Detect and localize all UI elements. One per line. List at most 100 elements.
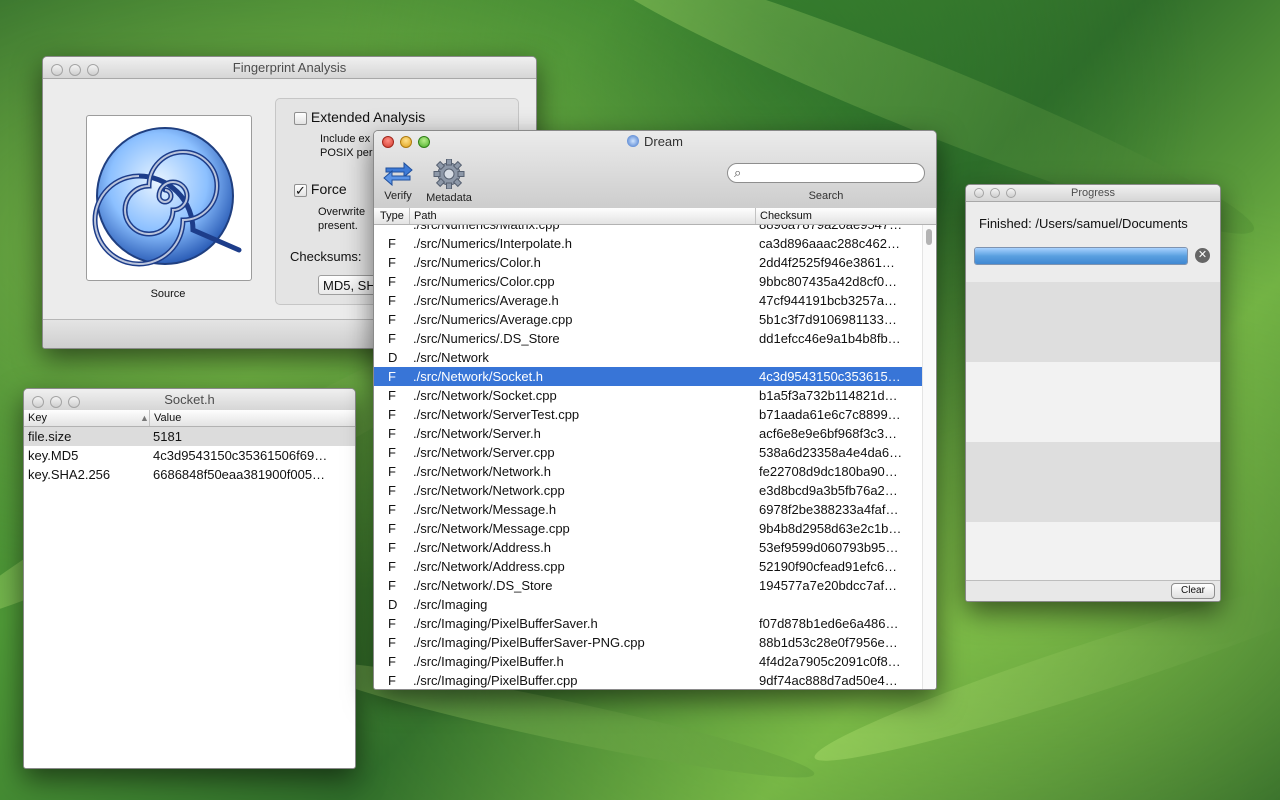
zoom-button[interactable]	[68, 396, 80, 408]
table-row[interactable]: F ./src/Imaging/PixelBuffer.cpp 9df74ac888…	[374, 671, 922, 689]
table-row[interactable]: F ./src/Imaging/PixelBufferSaver.h f07d878…	[374, 614, 922, 633]
path-cell: ./src/Imaging/PixelBuffer.cpp	[413, 673, 578, 688]
type-cell: D	[388, 597, 398, 612]
extended-analysis-checkbox[interactable]	[294, 111, 307, 125]
empty-task-row	[966, 522, 1220, 580]
verify-button[interactable]: Verify	[380, 159, 416, 202]
close-button[interactable]	[32, 396, 44, 408]
minimize-button[interactable]	[69, 64, 81, 76]
description-line: Include ex	[320, 133, 371, 145]
table-row[interactable]: F ./src/Network/Socket.cpp b1a5f3a732b1148…	[374, 386, 922, 405]
table-row[interactable]: F ./src/Network/Address.cpp 52190f90cfead9…	[374, 557, 922, 576]
cancel-icon[interactable]: ✕	[1195, 248, 1210, 263]
table-row[interactable]: F ./src/Numerics/Color.cpp 9bbc807435a42d8…	[374, 272, 922, 291]
type-cell: D	[388, 350, 398, 365]
checksum-cell: 6978f2be388233a4faf…	[759, 502, 899, 517]
path-cell: ./src/Imaging/PixelBufferSaver-PNG.cpp	[413, 635, 645, 650]
search-field[interactable]: ⌕	[727, 163, 925, 183]
path-cell: ./src/Network/Message.h	[413, 502, 557, 517]
minimize-button[interactable]	[990, 188, 1000, 198]
table-row[interactable]: F ./src/Network/Network.cpp e3d8bcd9a3b5fb…	[374, 481, 922, 500]
force-option[interactable]: ✓ Force	[294, 181, 347, 197]
table-row[interactable]: F ./src/Network/Address.h 53ef9599d060793b…	[374, 538, 922, 557]
minimize-button[interactable]	[50, 396, 62, 408]
clear-button[interactable]: Clear	[1171, 583, 1215, 599]
table-row[interactable]: F ./src/Network/Message.cpp 9b4b8d2958d63e…	[374, 519, 922, 538]
table-header: Type Path Checksum	[374, 208, 936, 225]
table-row[interactable]: F ./src/Numerics/Average.h 47cf944191bcb32…	[374, 291, 922, 310]
table-row[interactable]: F ./src/Imaging/PixelBufferSaver-PNG.cpp 8…	[374, 633, 922, 652]
titlebar: Socket.h	[24, 389, 355, 411]
search-input[interactable]	[748, 165, 920, 183]
checksum-cell: 9b4b8d2958d63e2c1b…	[759, 521, 902, 536]
checksum-cell: 52190f90cfead91efc6…	[759, 559, 898, 574]
checksum-cell: ca3d896aaac288c462…	[759, 236, 900, 251]
table-row[interactable]: F ./src/Network/.DS_Store 194577a7e20bdcc7…	[374, 576, 922, 595]
metadata-button[interactable]: Metadata	[424, 158, 474, 204]
table-row[interactable]: F ./src/Imaging/PixelBuffer.h 4f4d2a7905c2…	[374, 652, 922, 671]
type-cell: F	[388, 445, 396, 460]
value-cell: 5181	[153, 429, 182, 444]
path-cell: ./src/Imaging/PixelBuffer.h	[413, 654, 564, 669]
progress-bar-fill	[975, 248, 1187, 264]
table-row[interactable]: F ./src/Network/Socket.h 4c3d9543150c35361…	[374, 367, 922, 386]
table-row[interactable]: F ./src/Network/Message.h 6978f2be388233a4…	[374, 500, 922, 519]
window-controls	[51, 61, 105, 82]
table-row[interactable]: key.SHA2.256 6686848f50eaa381900f005…	[24, 465, 355, 484]
type-cell: F	[388, 502, 396, 517]
type-cell: F	[388, 559, 396, 574]
dream-window: Dream Verify Metadata ⌕ Search Type Path…	[373, 130, 937, 690]
column-header-path[interactable]: Path	[414, 208, 437, 224]
table-row[interactable]: F ./src/Numerics/.DS_Store dd1efcc46e9a1b4…	[374, 329, 922, 348]
empty-task-row	[966, 282, 1220, 362]
table-row[interactable]: ./src/Numerics/Matrix.cpp 8896a7879a20ae…	[374, 225, 922, 234]
empty-task-row	[966, 362, 1220, 442]
column-header-key[interactable]: Key	[28, 410, 47, 426]
path-cell: ./src/Numerics/Matrix.cpp	[413, 225, 743, 234]
checksum-cell: 194577a7e20bdcc7af…	[759, 578, 898, 593]
scrollbar-thumb[interactable]	[926, 229, 932, 245]
type-cell: F	[388, 521, 396, 536]
force-description: Overwrite present.	[318, 205, 365, 233]
extended-analysis-option[interactable]: Extended Analysis	[294, 109, 425, 125]
path-cell: ./src/Network/Server.cpp	[413, 445, 555, 460]
value-cell: 6686848f50eaa381900f005…	[153, 467, 326, 482]
sort-ascending-icon: ▲	[140, 413, 149, 423]
table-row[interactable]: file.size 5181	[24, 427, 355, 446]
table-row[interactable]: F ./src/Network/Server.h acf6e8e9e6bf968f3…	[374, 424, 922, 443]
checksum-cell: 9bbc807435a42d8cf0…	[759, 274, 898, 289]
active-task-row: Finished: /Users/samuel/Documents ✕	[966, 202, 1220, 282]
table-row[interactable]: key.MD5 4c3d9543150c35361506f69…	[24, 446, 355, 465]
vertical-scrollbar[interactable]	[922, 225, 935, 689]
table-row[interactable]: F ./src/Numerics/Color.h 2dd4f2525f946e386…	[374, 253, 922, 272]
close-button[interactable]	[974, 188, 984, 198]
checksum-cell: b71aada61e6c7c8899…	[759, 407, 901, 422]
source-drop-well[interactable]	[86, 115, 252, 281]
titlebar: Fingerprint Analysis	[43, 57, 536, 79]
column-header-type[interactable]: Type	[380, 208, 404, 224]
table-row[interactable]: D ./src/Imaging	[374, 595, 922, 614]
type-cell: F	[388, 407, 396, 422]
force-checkbox[interactable]: ✓	[294, 183, 307, 197]
table-row[interactable]: F ./src/Network/Server.cpp 538a6d23358a4e4…	[374, 443, 922, 462]
zoom-button[interactable]	[87, 64, 99, 76]
table-row[interactable]: D ./src/Network	[374, 348, 922, 367]
checksum-cell: b1a5f3a732b114821d…	[759, 388, 898, 403]
zoom-button[interactable]	[1006, 188, 1016, 198]
path-cell: ./src/Network/Address.cpp	[413, 559, 565, 574]
table-row[interactable]: F ./src/Numerics/Interpolate.h ca3d896aaac…	[374, 234, 922, 253]
checksum-cell: dd1efcc46e9a1b4b8fb…	[759, 331, 901, 346]
checksums-value: MD5, SH	[323, 278, 376, 293]
close-button[interactable]	[51, 64, 63, 76]
path-cell: ./src/Numerics/Color.cpp	[413, 274, 555, 289]
checksums-label: Checksums:	[290, 249, 362, 264]
table-row[interactable]: F ./src/Network/ServerTest.cpp b71aada61e6…	[374, 405, 922, 424]
path-cell: ./src/Numerics/.DS_Store	[413, 331, 560, 346]
table-row[interactable]: F ./src/Network/Network.h fe22708d9dc180ba…	[374, 462, 922, 481]
column-header-checksum[interactable]: Checksum	[760, 208, 812, 224]
empty-task-row	[966, 442, 1220, 522]
table-row[interactable]: F ./src/Numerics/Average.cpp 5b1c3f7d91069…	[374, 310, 922, 329]
column-header-value[interactable]: Value	[154, 410, 181, 426]
type-cell: F	[388, 312, 396, 327]
progress-window: Progress Finished: /Users/samuel/Documen…	[965, 184, 1221, 602]
